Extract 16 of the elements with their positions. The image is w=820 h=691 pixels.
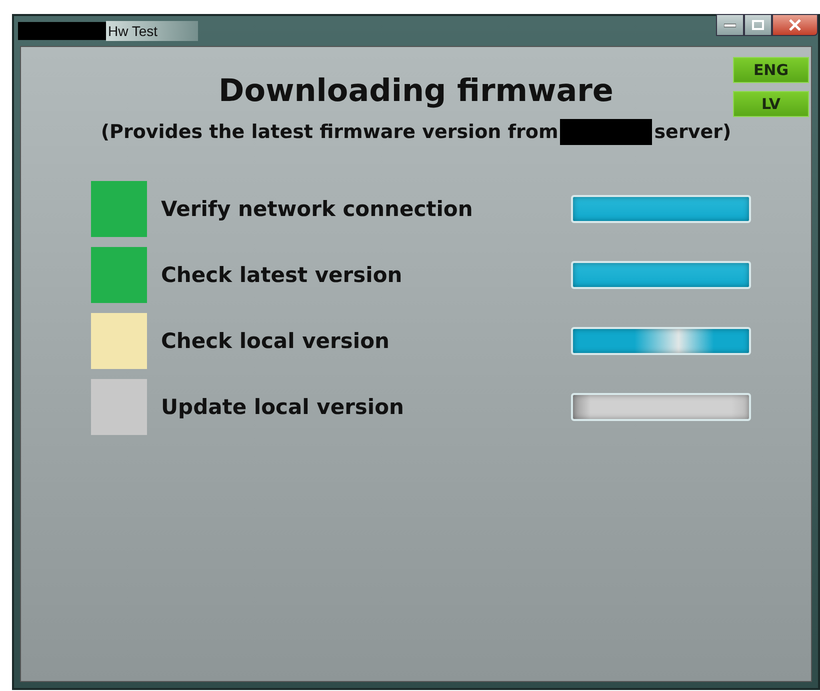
minimize-icon <box>724 22 736 28</box>
close-button[interactable] <box>772 14 818 36</box>
language-button[interactable]: LV <box>733 91 809 117</box>
language-button[interactable]: ENG <box>733 57 809 83</box>
step-label: Update local version <box>161 395 405 419</box>
step-label: Verify network connection <box>161 197 474 221</box>
minimize-button[interactable] <box>716 14 744 36</box>
heading: Downloading firmware <box>218 73 614 109</box>
subtitle-text: (Provides the latest firmware version from <box>100 121 558 143</box>
subtitle-text: server) <box>654 121 732 143</box>
close-icon <box>789 19 801 31</box>
maximize-button[interactable] <box>744 14 772 36</box>
window-title: Hw Test <box>106 21 198 41</box>
step-label: Check local version <box>161 329 390 353</box>
step-label: Check latest version <box>161 263 404 287</box>
maximize-icon <box>752 20 764 30</box>
